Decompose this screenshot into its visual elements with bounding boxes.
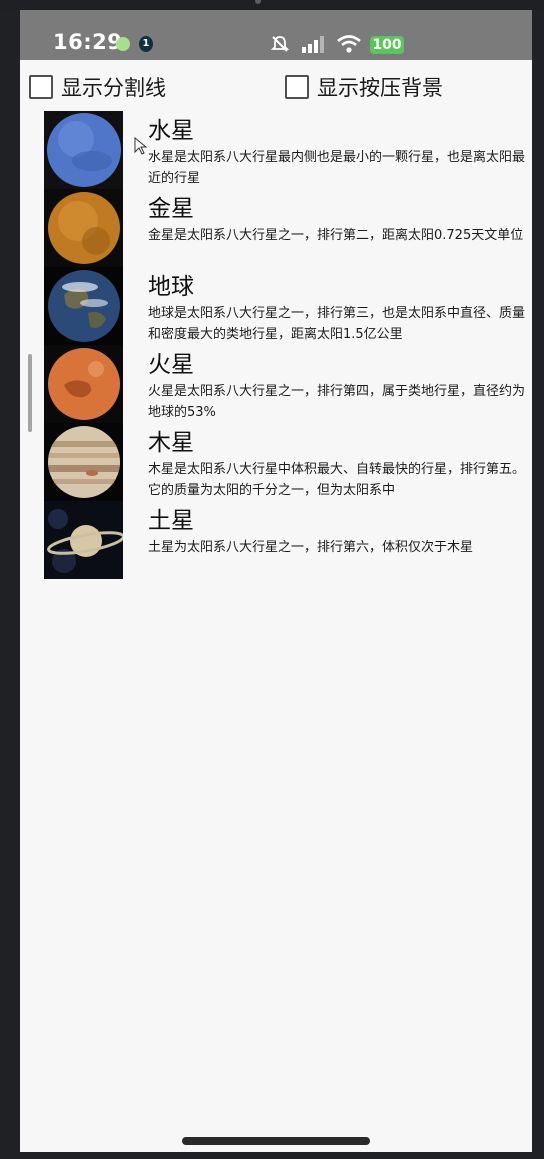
- status-time: 16:29: [53, 30, 123, 54]
- planet-name: 水星: [148, 118, 194, 144]
- planet-description: 水星是太阳系八大行星最内侧也是最小的一颗行星，也是离太阳最近的行星: [148, 150, 526, 186]
- phone-screen: 16:29 1 100 显示分割线 显示按压背景 水星 水星是太阳系八大行星最内…: [20, 10, 532, 1152]
- list-item-jupiter[interactable]: 木星 木星是太阳系八大行星中体积最大、自转最快的行星，排行第五。它的质量为太阳的…: [44, 423, 532, 501]
- android-notification-icon: [116, 37, 130, 51]
- planet-description: 火星是太阳系八大行星之一，排行第四，属于类地行星，直径约为地球的53%: [148, 384, 526, 420]
- list-item-mars[interactable]: 火星 火星是太阳系八大行星之一，排行第四，属于类地行星，直径约为地球的53%: [44, 345, 532, 423]
- planet-description: 地球是太阳系八大行星之一，排行第三，也是太阳系中直径、质量和密度最大的类地行星，…: [148, 306, 526, 342]
- mercury-image: [44, 111, 123, 189]
- battery-indicator: 100: [370, 36, 404, 54]
- planet-name: 火星: [148, 352, 194, 378]
- planet-description: 土星为太阳系八大行星之一，排行第六，体积仅次于木星: [148, 540, 474, 555]
- mute-icon: [270, 34, 290, 58]
- device-frame-top: [0, 0, 544, 10]
- mars-image: [44, 345, 123, 423]
- planet-description: 木星是太阳系八大行星中体积最大、自转最快的行星，排行第五。它的质量为太阳的千分之…: [148, 462, 526, 498]
- show-pressed-bg-checkbox[interactable]: 显示按压背景: [285, 72, 443, 102]
- planet-name: 金星: [148, 196, 194, 222]
- earth-image: [44, 267, 123, 345]
- wifi-icon: [336, 34, 362, 58]
- status-bar: 16:29 1 100: [20, 10, 532, 60]
- list-item-venus[interactable]: 金星 金星是太阳系八大行星之一，排行第二，距离太阳0.725天文单位: [44, 189, 532, 267]
- options-row: 显示分割线 显示按压背景: [20, 72, 532, 100]
- signal-icon: [301, 34, 327, 58]
- planet-name: 地球: [148, 274, 194, 300]
- jupiter-image: [44, 423, 123, 501]
- mouse-cursor-icon: [134, 136, 148, 159]
- scrollbar[interactable]: [28, 354, 32, 432]
- planet-description: 金星是太阳系八大行星之一，排行第二，距离太阳0.725天文单位: [148, 228, 524, 243]
- gesture-nav-handle[interactable]: [182, 1137, 370, 1145]
- list-item-saturn[interactable]: 土星 土星为太阳系八大行星之一，排行第六，体积仅次于木星: [44, 501, 532, 579]
- venus-image: [44, 189, 123, 267]
- planet-list: 水星 水星是太阳系八大行星最内侧也是最小的一颗行星，也是离太阳最近的行星 金星 …: [44, 111, 532, 579]
- list-item-earth[interactable]: 地球 地球是太阳系八大行星之一，排行第三，也是太阳系中直径、质量和密度最大的类地…: [44, 267, 532, 345]
- show-pressed-bg-label: 显示按压背景: [317, 76, 443, 100]
- app-notification-icon: 1: [139, 36, 153, 52]
- checkbox-box[interactable]: [29, 75, 53, 99]
- show-divider-checkbox[interactable]: 显示分割线: [29, 72, 166, 102]
- list-item-mercury[interactable]: 水星 水星是太阳系八大行星最内侧也是最小的一颗行星，也是离太阳最近的行星: [44, 111, 532, 189]
- planet-name: 木星: [148, 430, 194, 456]
- checkbox-box[interactable]: [285, 75, 309, 99]
- show-divider-label: 显示分割线: [61, 76, 166, 100]
- saturn-image: [44, 501, 123, 579]
- planet-name: 土星: [148, 508, 194, 534]
